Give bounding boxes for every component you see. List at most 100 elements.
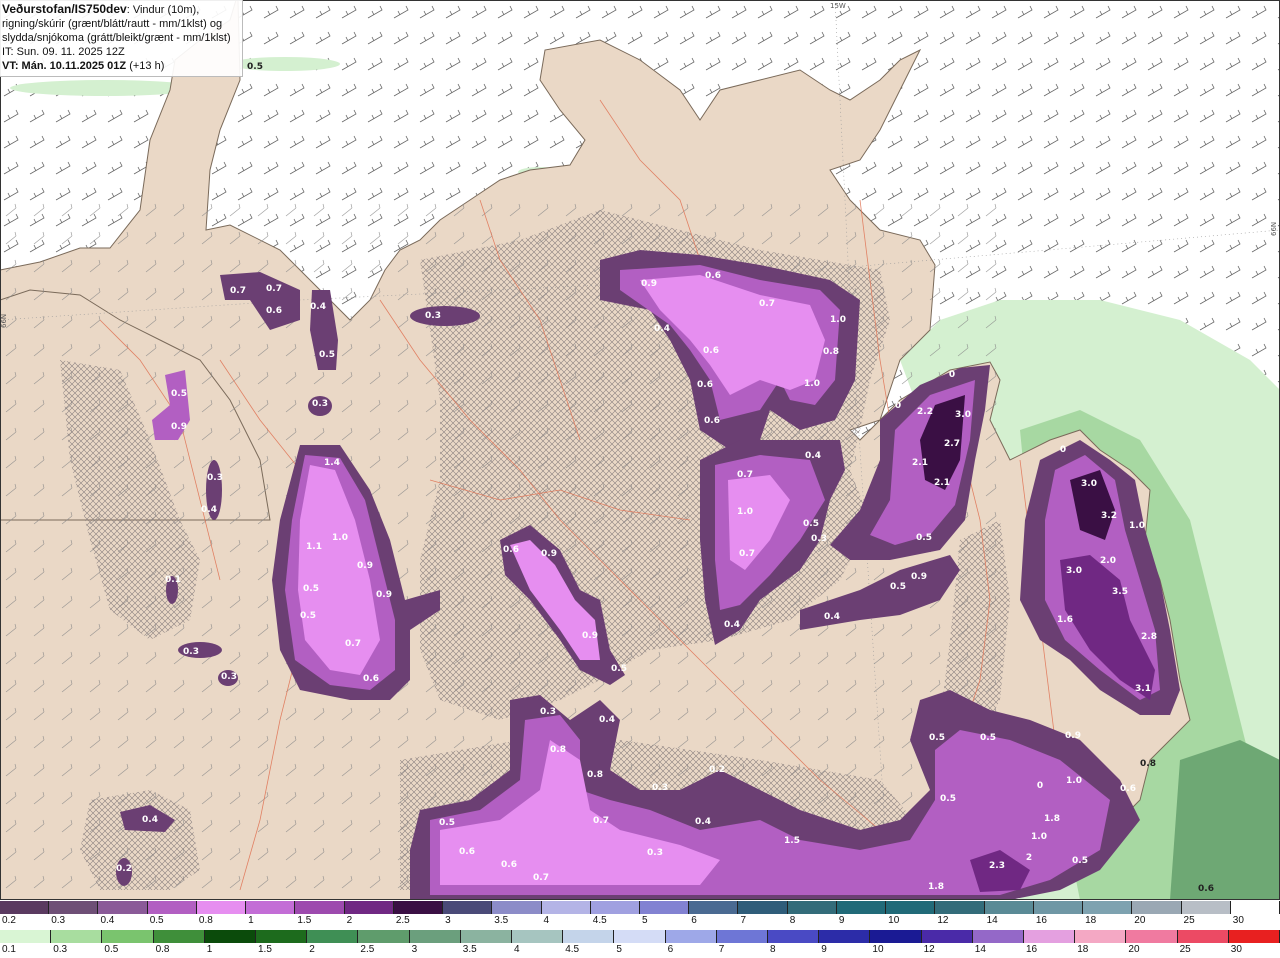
precip-value-label: 2.2 xyxy=(917,407,933,417)
legend-label: 0.1 xyxy=(2,944,16,955)
legend-snow: 0.2 0.3 0.4 0.5 0.8 1 1.5 2 2.5 3 3.5 4 4.5 5 6 7 8 9 10 12… xyxy=(0,900,1280,928)
description-line-2: rigning/skúrir (grænt/blátt/rautt - mm/1… xyxy=(2,18,223,30)
precip-value-label: 0.4 xyxy=(654,324,670,334)
precip-value-label: 0.9 xyxy=(171,422,187,432)
precip-value-label: 0.4 xyxy=(824,612,840,622)
legend-swatch xyxy=(344,901,394,914)
legend-swatch xyxy=(358,930,410,943)
legend-swatch xyxy=(295,901,345,914)
legend-swatch xyxy=(787,901,837,914)
precip-value-label: 0.9 xyxy=(541,549,557,559)
legend-label: 2.5 xyxy=(360,944,375,955)
precip-value-label: 2.7 xyxy=(944,439,960,449)
precip-value-label: 2.1 xyxy=(912,458,928,468)
title-box: Veðurstofan/IS750dev: Vindur (10m), rign… xyxy=(0,0,243,77)
precip-value-label: 0.3 xyxy=(183,647,199,657)
precip-value-label: 0.6 xyxy=(501,860,517,870)
org-model-name: Veðurstofan/IS750dev xyxy=(2,2,127,16)
precip-value-label: 0.3 xyxy=(312,399,328,409)
precip-value-label: 0.7 xyxy=(737,470,753,480)
precip-value-label: 0 xyxy=(1060,445,1066,455)
legend-label: 30 xyxy=(1232,915,1244,926)
legend-swatch xyxy=(409,930,461,943)
weather-map: 15W 66N 66N 0.50.7 0.70.6 0.40.50.30.30.… xyxy=(0,0,1280,900)
legend-swatch xyxy=(492,901,542,914)
precip-value-label: 0.5 xyxy=(171,389,187,399)
legend-label: 16 xyxy=(1035,915,1047,926)
precip-value-label: 0.5 xyxy=(890,582,906,592)
precip-value-label: 0.9 xyxy=(582,631,598,641)
legend-label: 10 xyxy=(888,915,900,926)
legend-label: 0.2 xyxy=(2,915,16,926)
legend-swatch xyxy=(738,901,788,914)
legend-swatch xyxy=(1132,901,1182,914)
legend-swatch xyxy=(0,901,50,914)
legend-label: 12 xyxy=(923,944,935,955)
precip-value-label: 0.7 xyxy=(230,286,246,296)
precip-value-label: 0.9 xyxy=(376,590,392,600)
precip-value-label: 1.1 xyxy=(306,542,322,552)
precip-value-label: 2.3 xyxy=(989,861,1005,871)
legend-label: 20 xyxy=(1134,915,1146,926)
precip-value-label: 0.4 xyxy=(142,815,158,825)
legend-swatch xyxy=(98,901,148,914)
description-line-1: : Vindur (10m), xyxy=(126,4,200,16)
legend-swatch xyxy=(1177,930,1229,943)
legend-swatch xyxy=(984,901,1034,914)
precip-value-label: 0.5 xyxy=(803,519,819,529)
legend-swatch xyxy=(921,930,973,943)
legend-swatch xyxy=(935,901,985,914)
legend-label: 25 xyxy=(1179,944,1191,955)
legend-label: 3 xyxy=(411,944,418,955)
precip-value-label: 0.5 xyxy=(611,664,627,674)
legend-label: 0.5 xyxy=(149,915,164,926)
precip-value-label: 0.6 xyxy=(705,271,721,281)
legend-swatch xyxy=(393,901,444,914)
precip-value-label: 0.7 xyxy=(739,549,755,559)
precip-value-label: 0.7 xyxy=(533,873,549,883)
precip-value-label: 1.6 xyxy=(1057,615,1073,625)
precip-value-label: 0.5 xyxy=(319,350,335,360)
legend-swatch xyxy=(1083,901,1133,914)
legend-swatch xyxy=(0,930,52,943)
legend-swatch xyxy=(640,901,690,914)
legend-swatch xyxy=(972,930,1024,943)
precip-value-label: 3.0 xyxy=(1066,566,1082,576)
legend-swatch xyxy=(147,901,197,914)
legend-label: 4 xyxy=(543,915,550,926)
legend-label: 5 xyxy=(642,915,648,926)
precip-value-label: 0.1 xyxy=(165,575,181,585)
legend-label: 4.5 xyxy=(565,944,580,955)
legend-swatch xyxy=(716,930,768,943)
green-precip-east-dark xyxy=(1170,740,1280,900)
legend-swatch xyxy=(204,930,256,943)
legend-label: 14 xyxy=(974,944,986,955)
legend-label: 6 xyxy=(667,944,674,955)
legend-label: 25 xyxy=(1183,915,1195,926)
precip-value-label: 1.8 xyxy=(1044,814,1060,824)
legend-swatch xyxy=(768,930,820,943)
precip-value-label: 0.2 xyxy=(709,765,725,775)
precip-value-label: 0.3 xyxy=(652,783,668,793)
legend-label: 1.5 xyxy=(258,944,272,955)
legend-label: 4 xyxy=(514,944,520,955)
precip-value-label: 0.6 xyxy=(266,306,282,316)
precip-value-label: 0.5 xyxy=(303,584,319,594)
precip-value-label: 1.0 xyxy=(830,315,846,325)
legend-label: 7 xyxy=(718,944,725,955)
precip-value-label: 0.4 xyxy=(599,715,615,725)
precip-value-label: 0.4 xyxy=(310,302,326,312)
legend-swatch xyxy=(512,930,564,943)
precip-value-label: 1.0 xyxy=(332,533,348,543)
precip-value-label: 0.6 xyxy=(1198,884,1214,894)
legend-label: 8 xyxy=(770,944,776,955)
legend-label: 9 xyxy=(821,944,827,955)
precip-value-label: 0.5 xyxy=(1072,856,1088,866)
legend-swatch xyxy=(689,901,739,914)
lat-label-left: 66N xyxy=(0,314,8,328)
precip-value-label: 3.5 xyxy=(1112,587,1128,597)
legend-swatch xyxy=(870,930,922,943)
legend-label: 30 xyxy=(1230,944,1242,955)
precip-value-label: 0.5 xyxy=(980,733,996,743)
precip-value-label: 0.5 xyxy=(940,794,956,804)
